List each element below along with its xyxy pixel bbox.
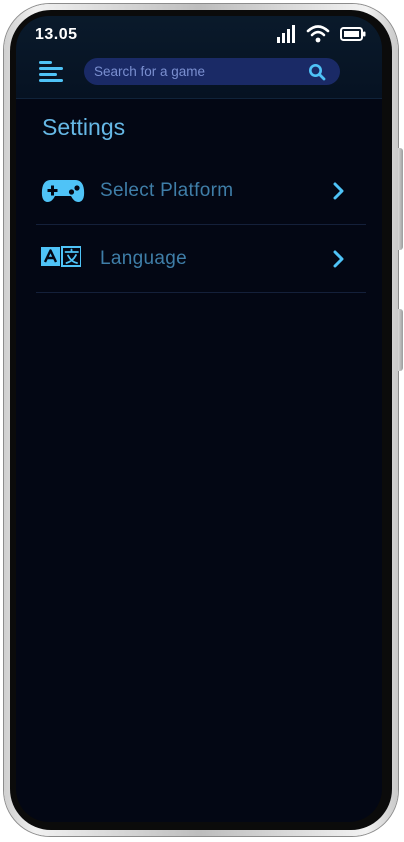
settings-item-label: Language bbox=[100, 248, 187, 269]
chevron-right-icon bbox=[333, 250, 344, 268]
search-icon[interactable] bbox=[308, 63, 326, 81]
power-button bbox=[398, 309, 403, 371]
signal-icon bbox=[277, 25, 295, 43]
chevron-right-icon bbox=[333, 182, 344, 200]
settings-item-language[interactable]: Language bbox=[36, 226, 366, 293]
hamburger-menu-icon[interactable] bbox=[39, 59, 63, 83]
search-input[interactable] bbox=[94, 58, 294, 85]
battery-icon bbox=[340, 27, 366, 41]
app-screen: 13.05 Search for a game Settings Select … bbox=[16, 16, 382, 822]
top-bar: 13.05 bbox=[16, 16, 382, 99]
volume-button bbox=[398, 148, 403, 250]
status-time: 13.05 bbox=[35, 26, 78, 43]
gamepad-icon bbox=[41, 180, 85, 202]
status-icons bbox=[276, 24, 366, 44]
search-bar[interactable] bbox=[84, 58, 340, 85]
settings-item-label: Select Platform bbox=[100, 180, 234, 201]
page-title: Settings bbox=[42, 114, 126, 140]
wifi-icon bbox=[306, 25, 330, 43]
translate-icon bbox=[41, 246, 81, 267]
settings-item-select-platform[interactable]: Select Platform bbox=[36, 158, 366, 225]
